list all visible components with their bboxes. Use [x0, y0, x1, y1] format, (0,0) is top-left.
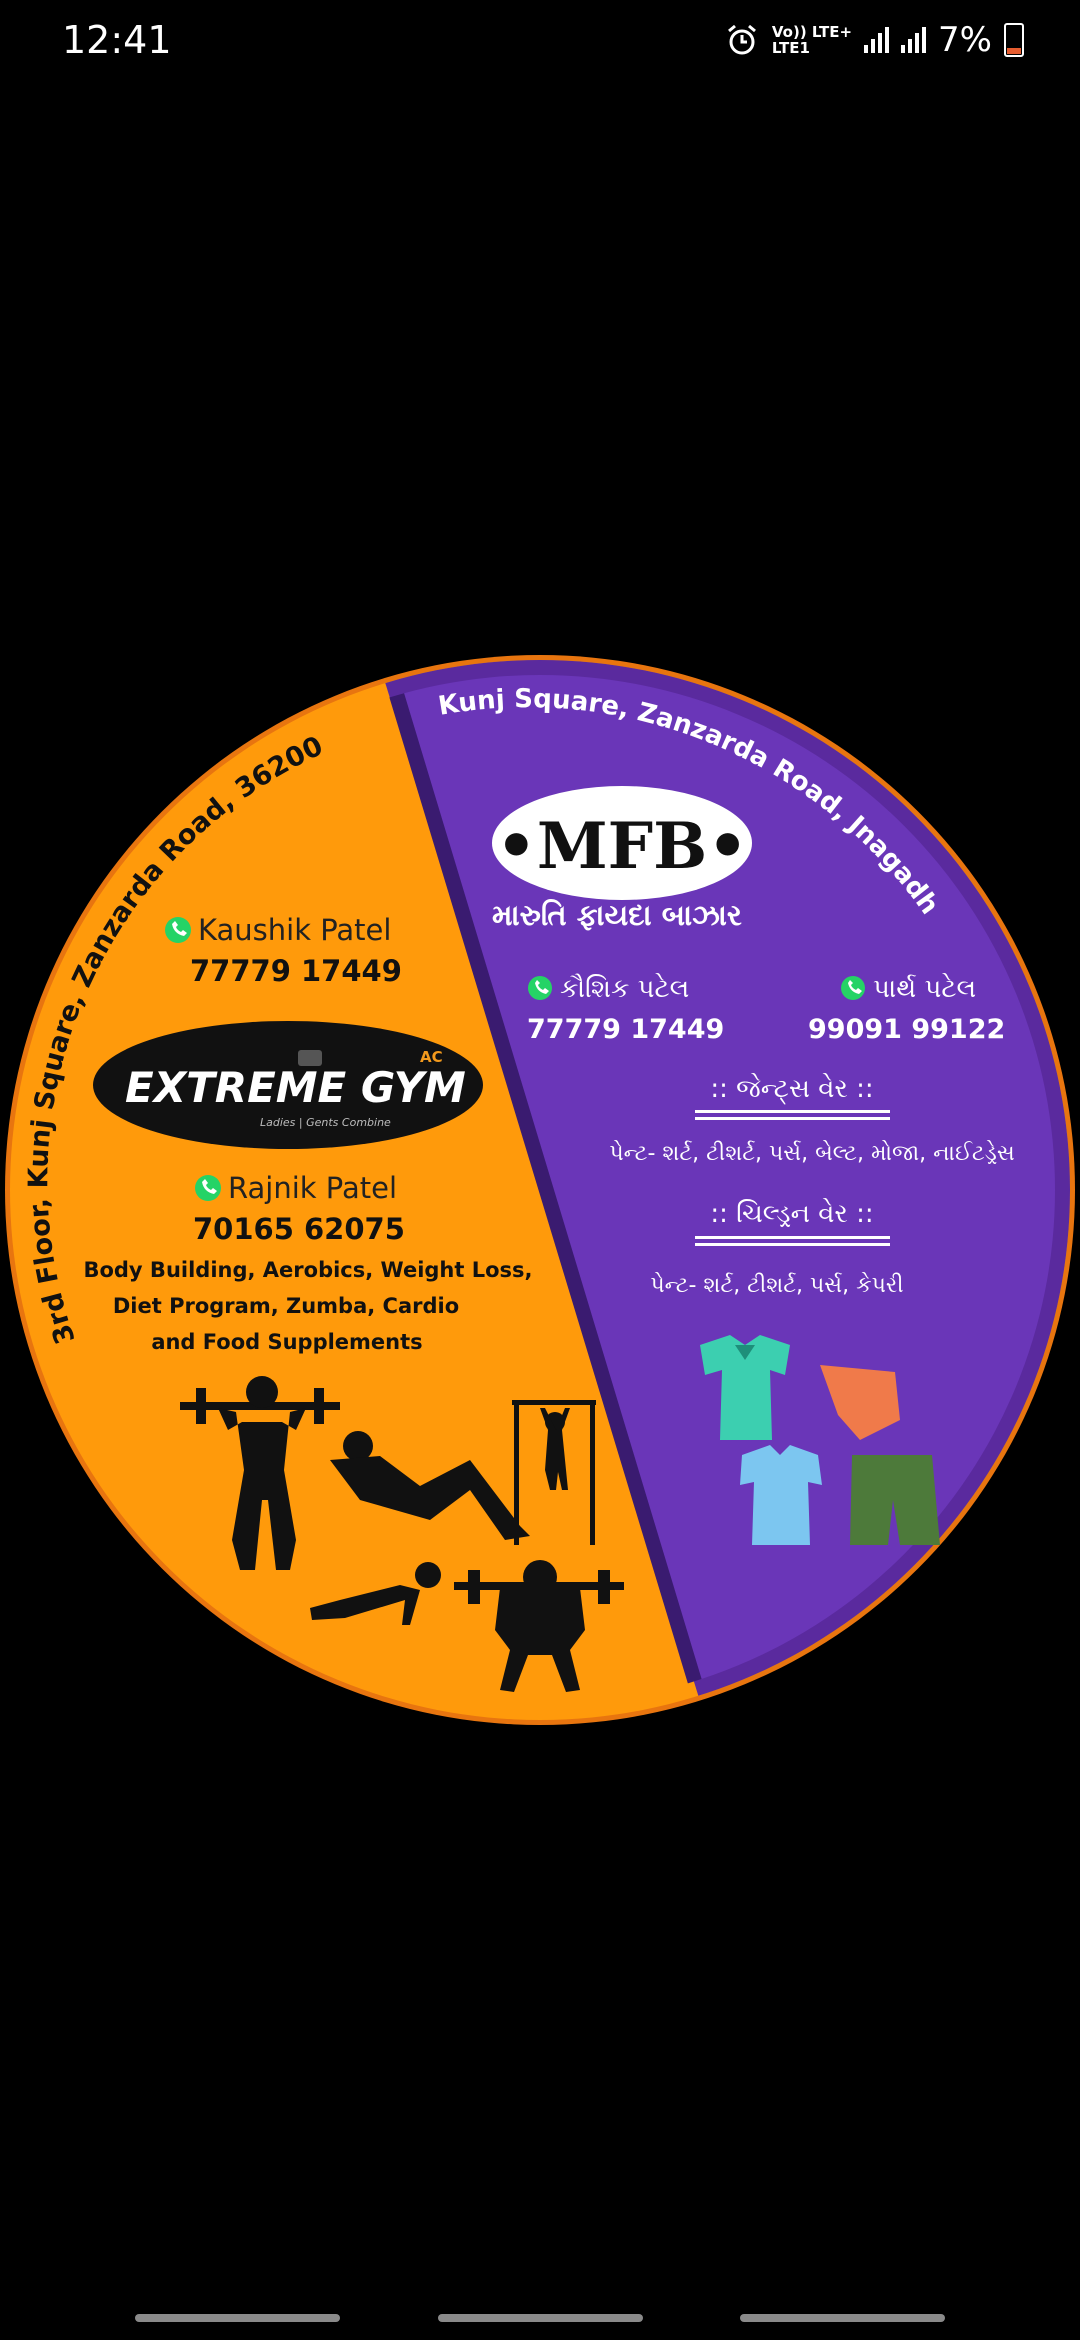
mfb-section1-title: :: જેન્ટ્સ વેર :: — [710, 1074, 873, 1105]
mfb-logo-text: •MFB• — [496, 809, 748, 884]
extreme-gym-logo: EXTREME GYM AC Ladies | Gents Combine — [93, 1021, 483, 1149]
gym-services-line3: and Food Supplements — [151, 1330, 422, 1354]
whatsapp-icon-2 — [195, 1175, 221, 1201]
whatsapp-icon-3 — [528, 976, 552, 1000]
gym-logo-badge: AC — [420, 1048, 443, 1066]
mfb-section1-items: પેન્ટ- શર્ટ, ટીશર્ટ, પર્સ, બેલ્ટ, મોજા, … — [609, 1140, 1014, 1166]
gym-services-line1: Body Building, Aerobics, Weight Loss, — [83, 1258, 532, 1282]
poster-image: 3rd Floor, Kunj Square, Zanzarda Road, 3… — [0, 640, 1075, 1725]
battery-percent: 7% — [938, 20, 992, 60]
signal-icon — [864, 27, 890, 53]
mfb-section2-title: :: ચિલ્ડ્રન વેર :: — [710, 1199, 873, 1229]
gym-contact1-name: Kaushik Patel — [198, 913, 391, 947]
status-icons: Vo)) LTE+ LTE1 7% — [724, 20, 1024, 60]
gym-logo-tagline: Ladies | Gents Combine — [260, 1116, 391, 1129]
alarm-icon — [727, 24, 756, 55]
gym-contact2-phone: 70165 62075 — [193, 1212, 405, 1246]
mfb-store-name: મારુતિ ફાયદા બાઝાર — [492, 898, 742, 932]
gym-contact1-phone: 77779 17449 — [190, 954, 402, 988]
mfb-logo: •MFB• — [492, 786, 752, 900]
dumbbell-icon — [298, 1050, 322, 1066]
divider — [695, 1243, 890, 1246]
mfb-contact2-name: પાર્થ પટેલ — [873, 974, 976, 1004]
navigation-bar — [0, 2290, 1080, 2340]
gym-contact2-name: Rajnik Patel — [228, 1171, 397, 1205]
nav-handle-right[interactable] — [740, 2314, 945, 2322]
status-bar: 12:41 Vo)) LTE+ LTE1 7% — [0, 0, 1080, 90]
nav-handle-left[interactable] — [135, 2314, 340, 2322]
gym-logo-text: EXTREME GYM — [125, 1063, 466, 1112]
divider — [695, 1236, 890, 1239]
status-time: 12:41 — [62, 18, 172, 62]
mfb-contact1-name: કૌશિક પટેલ — [560, 973, 689, 1004]
nav-handle-center[interactable] — [438, 2314, 643, 2322]
gym-services-line2: Diet Program, Zumba, Cardio — [113, 1294, 459, 1318]
mfb-contact2-phone: 99091 99122 — [808, 1014, 1005, 1045]
whatsapp-icon-4 — [841, 976, 865, 1000]
network-indicator: Vo)) LTE+ LTE1 — [771, 23, 853, 57]
mfb-contact1-phone: 77779 17449 — [527, 1014, 724, 1045]
signal-icon-2 — [901, 27, 927, 53]
battery-icon — [1004, 23, 1024, 57]
divider — [695, 1117, 890, 1120]
mfb-section2-items: પેન્ટ- શર્ટ, ટીશર્ટ, પર્સ, કેપરી — [650, 1272, 903, 1298]
whatsapp-icon — [165, 917, 191, 943]
divider — [695, 1110, 890, 1113]
